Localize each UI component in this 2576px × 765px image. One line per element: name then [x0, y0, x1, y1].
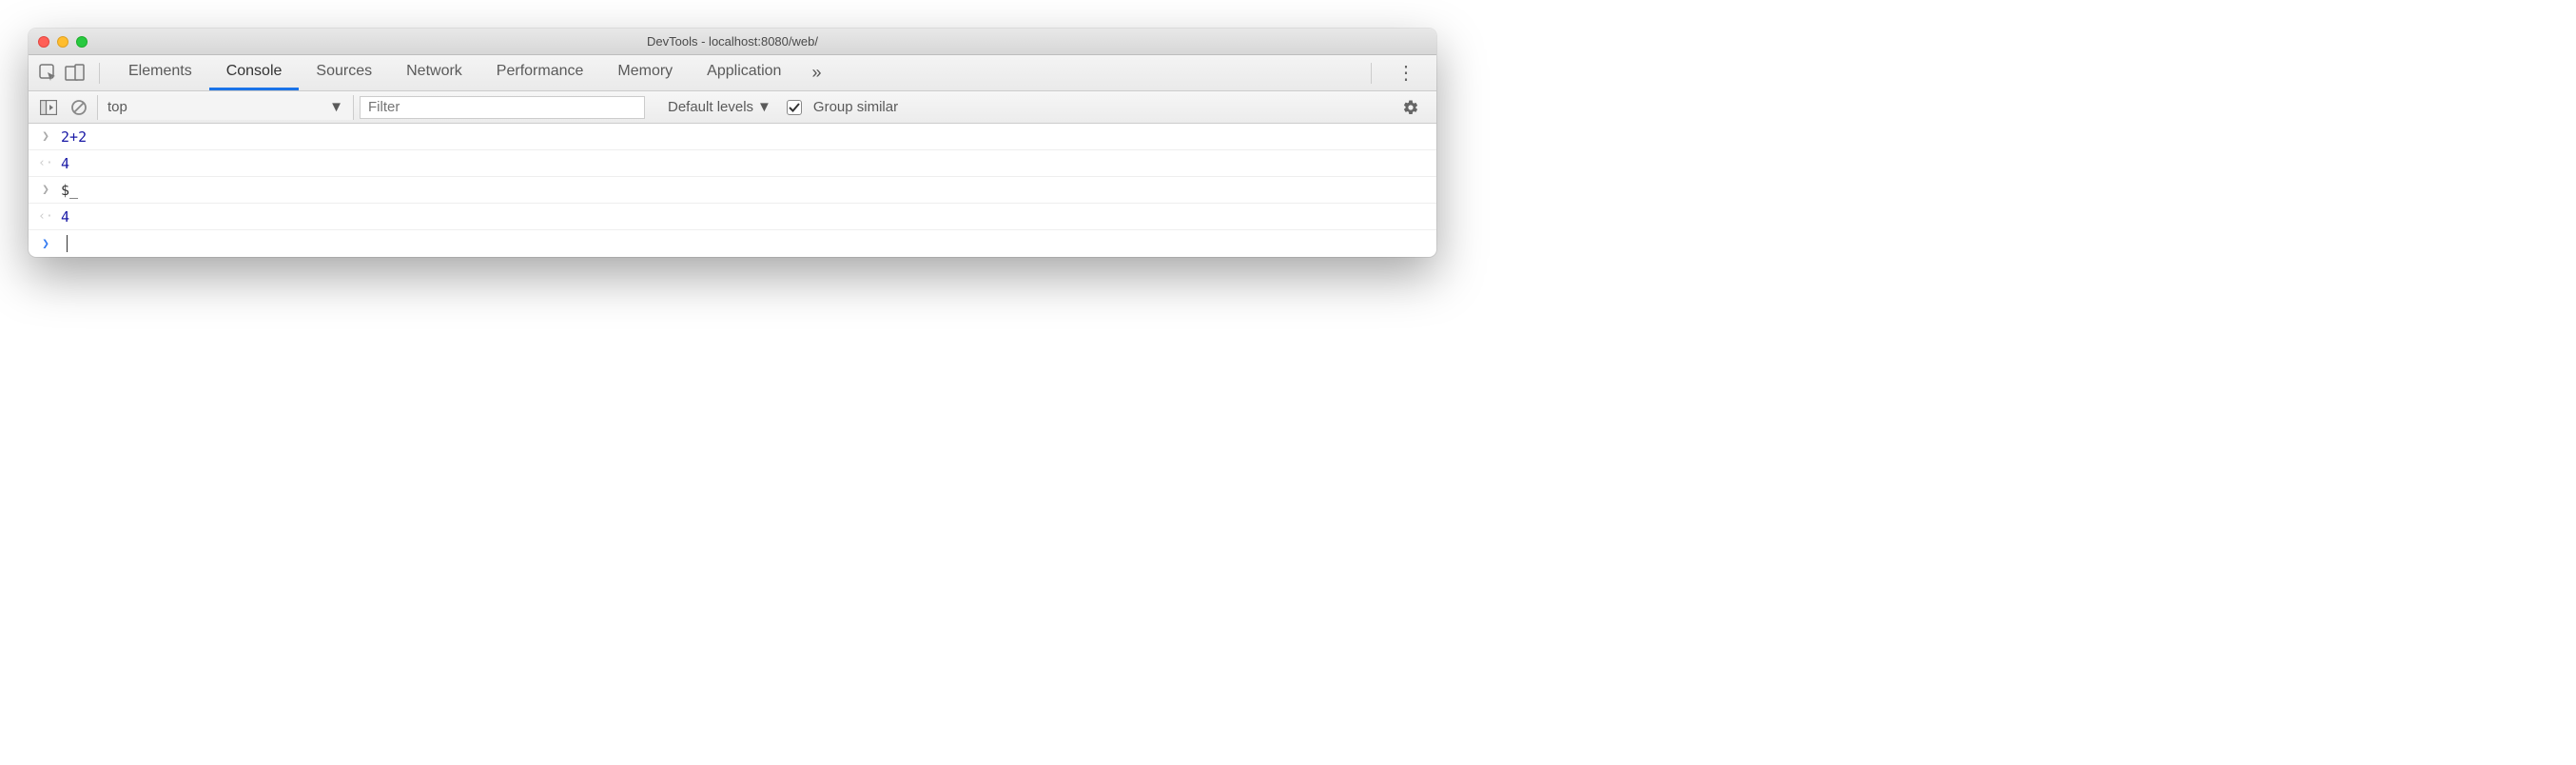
result-value: 4: [61, 208, 69, 226]
tab-application[interactable]: Application: [690, 55, 798, 90]
context-value: top: [107, 99, 127, 115]
input-marker-icon: ❯: [38, 129, 53, 144]
tab-sources[interactable]: Sources: [299, 55, 389, 90]
tab-performance[interactable]: Performance: [479, 55, 601, 90]
more-options-icon[interactable]: ⋮: [1383, 61, 1429, 85]
input-expression: 2+2: [61, 128, 87, 146]
console-settings-icon[interactable]: [1393, 99, 1429, 116]
result-value: 4: [61, 155, 69, 172]
tabs-overflow-button[interactable]: »: [800, 63, 832, 83]
toggle-sidebar-icon[interactable]: [36, 95, 61, 120]
levels-label: Default levels: [668, 99, 753, 115]
console-row: ❯: [29, 230, 1436, 257]
log-levels-selector[interactable]: Default levels ▼: [668, 99, 771, 115]
device-toolbar-icon[interactable]: [63, 61, 88, 86]
console-row: ❯ $_: [29, 177, 1436, 204]
console-row: ❯ 2+2: [29, 124, 1436, 150]
input-marker-icon: ❯: [38, 183, 53, 197]
console-row: ‹· 4: [29, 204, 1436, 230]
tab-console[interactable]: Console: [209, 55, 300, 90]
context-selector[interactable]: top ▼: [97, 95, 354, 120]
text-cursor[interactable]: [67, 235, 68, 252]
prompt-marker-icon: ❯: [38, 237, 53, 251]
devtools-window: DevTools - localhost:8080/web/ ElementsC…: [29, 29, 1436, 257]
window-title: DevTools - localhost:8080/web/: [29, 34, 1436, 49]
separator: [99, 63, 100, 84]
input-expression: $_: [61, 182, 78, 199]
console-output[interactable]: ❯ 2+2 ‹· 4 ❯ $_ ‹· 4 ❯: [29, 124, 1436, 257]
inspect-element-icon[interactable]: [36, 61, 61, 86]
group-similar-checkbox[interactable]: [787, 100, 802, 115]
output-marker-icon: ‹·: [38, 156, 53, 170]
tab-elements[interactable]: Elements: [111, 55, 209, 90]
console-toolbar: top ▼ Default levels ▼ Group similar: [29, 91, 1436, 124]
filter-input[interactable]: [360, 96, 645, 119]
chevron-down-icon: ▼: [757, 99, 771, 115]
separator: [1371, 63, 1372, 84]
console-row: ‹· 4: [29, 150, 1436, 177]
chevron-down-icon: ▼: [329, 99, 343, 115]
titlebar: DevTools - localhost:8080/web/: [29, 29, 1436, 55]
group-similar-label: Group similar: [813, 99, 898, 115]
output-marker-icon: ‹·: [38, 209, 53, 224]
clear-console-icon[interactable]: [67, 95, 91, 120]
input-expression: [61, 235, 68, 253]
main-tabbar: ElementsConsoleSourcesNetworkPerformance…: [29, 55, 1436, 91]
tab-memory[interactable]: Memory: [600, 55, 690, 90]
tab-network[interactable]: Network: [389, 55, 479, 90]
